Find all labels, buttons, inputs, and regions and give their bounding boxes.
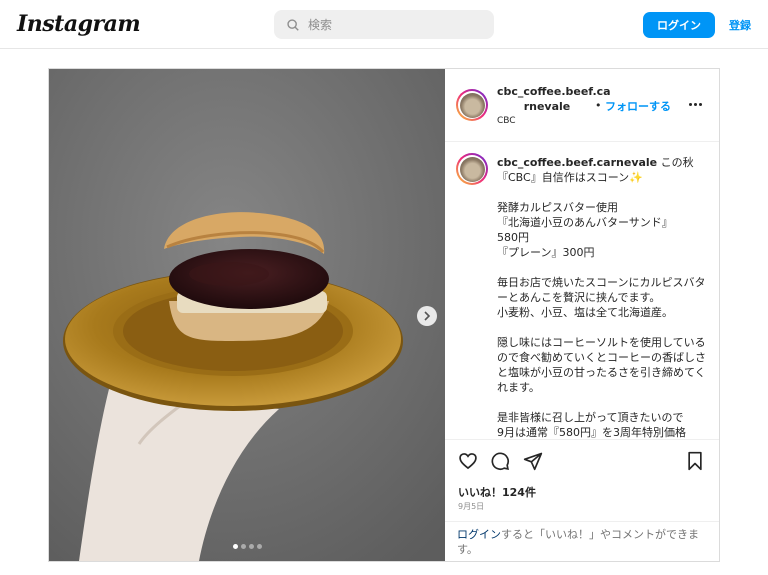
- post-card: cbc_coffee.beef.ca rnevale CBC • フォローする …: [48, 68, 720, 562]
- caption-avatar[interactable]: [456, 153, 488, 185]
- instagram-logo[interactable]: Instagram: [17, 11, 141, 37]
- search-input[interactable]: [308, 17, 478, 32]
- separator-dot: •: [595, 99, 602, 112]
- more-options-icon[interactable]: [685, 96, 705, 112]
- save-button[interactable]: [684, 450, 706, 472]
- carousel-dot: [248, 544, 254, 549]
- heart-icon: [459, 453, 477, 470]
- post-photo: [49, 69, 445, 561]
- login-prompt-link[interactable]: ログイン: [457, 528, 501, 541]
- post-actions: いいね！124件 9月5日: [445, 439, 719, 521]
- comment-button[interactable]: [489, 450, 511, 472]
- post-media[interactable]: [49, 69, 445, 561]
- comment-icon: [491, 452, 510, 471]
- caption-username[interactable]: cbc_coffee.beef.carnevale: [497, 156, 657, 169]
- chevron-right-icon: [424, 311, 431, 321]
- share-icon: [523, 452, 543, 471]
- caption-area[interactable]: cbc_coffee.beef.carnevale この秋 『CBC』自信作はス…: [445, 143, 719, 439]
- login-prompt: ログインすると「いいね！」やコメントができます。: [445, 521, 719, 561]
- caption-text: この秋 『CBC』自信作はスコーン✨ 発酵カルピスバター使用 『北海道小豆のあん…: [497, 156, 706, 439]
- post-sidebar: cbc_coffee.beef.ca rnevale CBC • フォローする …: [445, 69, 719, 561]
- login-button[interactable]: ログイン: [643, 12, 715, 38]
- carousel-indicator: [49, 544, 445, 549]
- author-username[interactable]: cbc_coffee.beef.ca rnevale: [497, 84, 611, 114]
- carousel-dot: [256, 544, 262, 549]
- post-header: cbc_coffee.beef.ca rnevale CBC • フォローする: [445, 69, 719, 142]
- caption: cbc_coffee.beef.carnevale この秋 『CBC』自信作はス…: [497, 155, 709, 439]
- top-navigation-bar: Instagram ログイン 登録: [0, 0, 768, 49]
- carousel-next-button[interactable]: [417, 306, 437, 326]
- search-icon: [287, 18, 299, 31]
- author-avatar[interactable]: [456, 89, 488, 121]
- like-count[interactable]: いいね！124件: [458, 484, 536, 500]
- search-box[interactable]: [274, 10, 494, 39]
- carousel-dot: [240, 544, 246, 549]
- signup-link[interactable]: 登録: [729, 17, 751, 33]
- like-button[interactable]: [457, 450, 479, 472]
- author-username-line2: rnevale: [523, 100, 571, 113]
- author-subtitle: CBC: [497, 116, 516, 126]
- share-button[interactable]: [522, 450, 544, 472]
- carousel-dot: [232, 544, 238, 549]
- author-username-line1: cbc_coffee.beef.ca: [497, 85, 611, 98]
- post-date[interactable]: 9月5日: [458, 501, 484, 512]
- follow-button[interactable]: フォローする: [605, 98, 671, 114]
- bookmark-icon: [688, 451, 702, 471]
